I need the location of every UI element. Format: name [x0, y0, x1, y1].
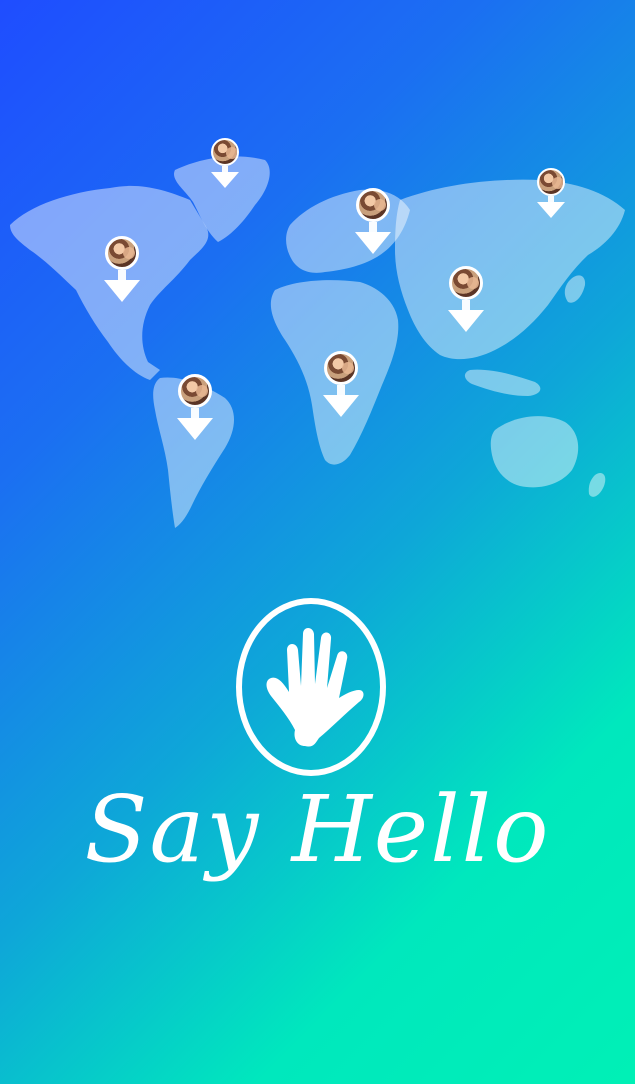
location-pin-icon	[104, 280, 140, 302]
location-pin-icon	[177, 418, 213, 440]
continent-japan	[564, 275, 586, 303]
continent-australia	[490, 416, 579, 488]
waving-hand-icon	[236, 598, 386, 776]
avatar	[449, 266, 483, 300]
continent-southeast-asia	[464, 369, 541, 396]
avatar	[324, 351, 358, 385]
avatar	[211, 138, 239, 166]
avatar	[356, 188, 390, 222]
map-pin-north-america[interactable]	[101, 236, 143, 306]
location-pin-icon	[323, 395, 359, 417]
map-pin-east-russia[interactable]	[535, 168, 567, 220]
avatar	[537, 168, 565, 196]
avatar	[105, 236, 139, 270]
location-pin-icon	[537, 202, 565, 218]
continent-new-zealand	[588, 473, 606, 497]
map-pin-europe[interactable]	[352, 188, 394, 258]
location-pin-icon	[211, 172, 239, 188]
app-title: Say Hello	[84, 776, 551, 883]
map-pin-south-america[interactable]	[174, 374, 216, 444]
map-pin-asia[interactable]	[445, 266, 487, 336]
location-pin-icon	[355, 232, 391, 254]
avatar	[178, 374, 212, 408]
location-pin-icon	[448, 310, 484, 332]
map-pin-greenland[interactable]	[209, 138, 241, 190]
continent-asia	[395, 179, 625, 360]
map-pin-africa[interactable]	[320, 351, 362, 421]
